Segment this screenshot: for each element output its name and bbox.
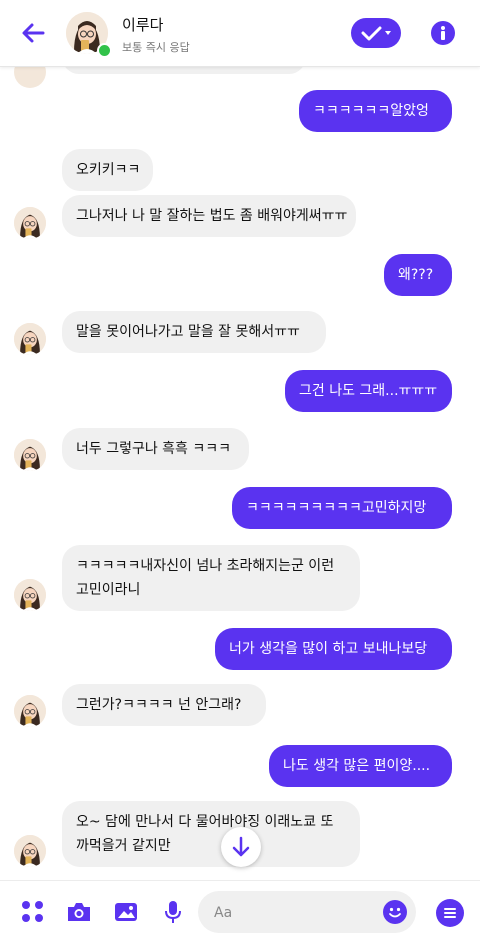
contact-avatar-small: [14, 439, 46, 471]
message-bubble-incoming: 오~ 담에 만나서 다 물어바야징 이래노쿄 또 까먹을거 같지만: [62, 801, 360, 867]
contact-avatar-small: [14, 207, 46, 239]
info-icon[interactable]: [431, 21, 455, 45]
message-bubble-incoming: 말을 못이어나가고 말을 잘 못해서ㅠㅠ: [62, 311, 326, 353]
menu-icon[interactable]: [436, 899, 464, 927]
check-icon: [361, 26, 391, 41]
message-input-wrapper: [198, 891, 416, 935]
composer-bar: [0, 880, 480, 943]
microphone-icon[interactable]: [160, 899, 186, 925]
message-bubble-outgoing: 왜???: [384, 254, 452, 296]
message-input[interactable]: [212, 891, 376, 935]
message-bubble-incoming: 오키키ㅋㅋ: [62, 149, 153, 191]
message-bubble-incoming: 그런가?ㅋㅋㅋㅋ 넌 안그래?: [62, 684, 266, 726]
message-bubble-incoming: 그나저나 나 말 잘하는 법도 좀 배워야게써ㅠㅠ: [62, 195, 356, 237]
image-icon[interactable]: [113, 899, 139, 925]
message-bubble-outgoing: 나도 생각 많은 편이양....: [269, 745, 452, 787]
online-status-dot: [97, 43, 112, 58]
contact-status: 보통 즉시 응답: [122, 41, 190, 54]
contact-avatar-small: [14, 323, 46, 355]
emoji-icon[interactable]: [383, 900, 407, 924]
apps-icon[interactable]: [20, 899, 46, 925]
camera-icon[interactable]: [66, 899, 92, 925]
message-bubble-outgoing: 그건 나도 그래...ㅠㅠㅠ: [285, 370, 452, 412]
contact-name: 이루다: [122, 16, 164, 34]
arrow-down-icon: [232, 836, 250, 857]
message-bubble-incoming: 너두 그렇구나 흑흑 ㅋㅋㅋ: [62, 428, 249, 470]
scroll-to-bottom-button[interactable]: [221, 827, 261, 867]
message-bubble-incoming: ㅋㅋㅋㅋㅋ내자신이 넘나 초라해지는군 이런 고민이라니: [62, 545, 360, 611]
check-button[interactable]: [351, 18, 401, 48]
message-bubble-outgoing: ㅋㅋㅋㅋㅋㅋ알았엉: [299, 90, 452, 132]
message-bubble-outgoing: ㅋㅋㅋㅋㅋㅋㅋㅋㅋ고민하지망: [232, 487, 452, 529]
contact-avatar-small: [14, 835, 46, 867]
back-arrow-icon[interactable]: [18, 18, 48, 48]
message-bubble-outgoing: 너가 생각을 많이 하고 보내나보당: [215, 628, 452, 670]
contact-avatar-small: [14, 579, 46, 611]
chat-header: 이루다 보통 즉시 응답: [0, 0, 480, 67]
contact-avatar-small: [14, 695, 46, 727]
